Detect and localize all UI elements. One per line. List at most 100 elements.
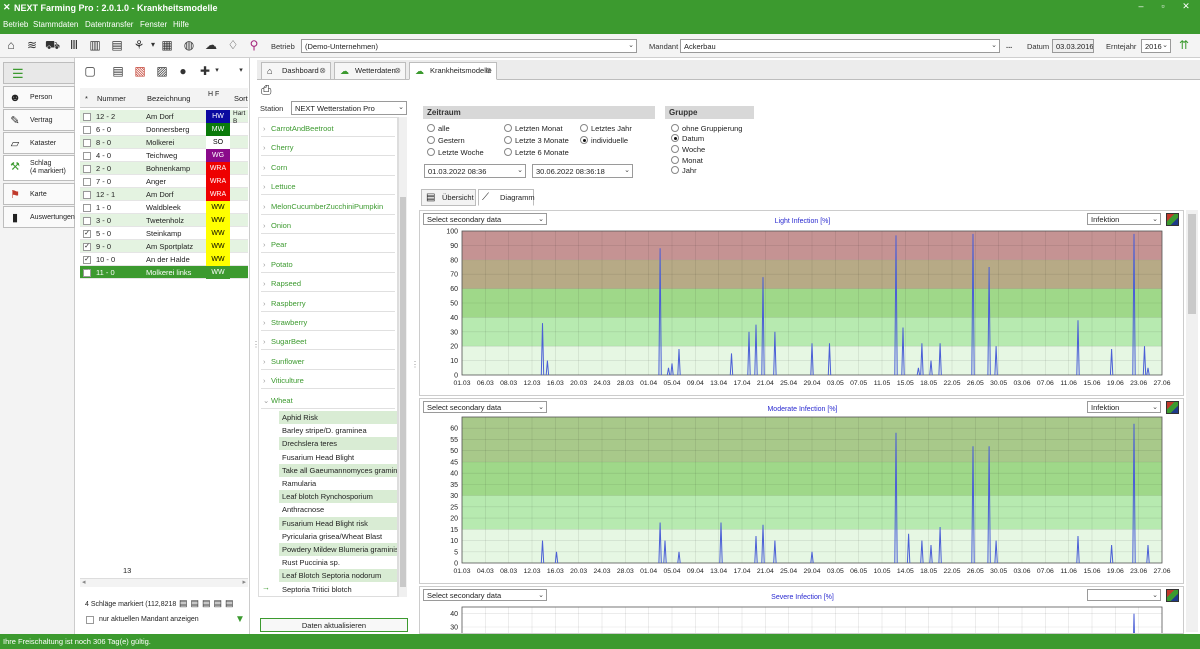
table-row[interactable]: ✓ 10 - 0 An der Halde WW [80, 253, 248, 266]
table-row[interactable]: 12 - 2 Am Dorf HW Hart B [80, 110, 248, 125]
layers-icon[interactable]: ≋ [25, 38, 39, 52]
crop-item[interactable]: › Rapseed [261, 275, 395, 293]
filter-icon[interactable]: ▼ [235, 614, 245, 625]
building-icon[interactable]: ▥ [88, 38, 102, 52]
menu-betrieb[interactable]: Betrieb [3, 20, 28, 29]
radio-monat[interactable]: Monat [671, 156, 703, 165]
menu-datentransfer[interactable]: Datentransfer [85, 20, 133, 29]
crop-item[interactable]: › Potato [261, 256, 395, 273]
menu-fenster[interactable]: Fenster [140, 20, 167, 29]
table-row[interactable]: 6 - 0 Donnersberg MW [80, 123, 248, 136]
disease-item[interactable]: Ramularia [279, 477, 397, 490]
nav-auswertungen[interactable]: ▮ Auswertungen [3, 206, 75, 228]
export-icons[interactable]: ▤▤▤▤▤ [179, 598, 237, 609]
book-icon[interactable]: ▤ [110, 38, 124, 52]
crop-item[interactable]: › Lettuce [261, 178, 395, 196]
scroll-left-icon[interactable]: ◂ [82, 578, 86, 586]
scrollbar-thumb[interactable] [400, 197, 406, 587]
dropdown-icon[interactable]: ▾ [146, 38, 160, 52]
row-checkbox[interactable] [83, 178, 91, 186]
more-button[interactable]: ... [1006, 41, 1012, 50]
copy-icon[interactable]: ▨ [155, 64, 169, 78]
radio-datum[interactable]: Datum [671, 134, 704, 143]
header-star[interactable]: * [85, 94, 88, 103]
row-checkbox[interactable] [83, 165, 91, 173]
crop-item[interactable]: › MelonCucumberZucchiniPumpkin [261, 198, 395, 215]
radio-letztes-jahr[interactable]: Letztes Jahr [580, 124, 632, 133]
disease-item[interactable]: Powdery Mildew Blumeria graminis [279, 543, 397, 556]
horizontal-scrollbar[interactable]: ◂ ▸ [80, 578, 248, 587]
mandant-select[interactable]: Ackerbau ⌄ [680, 39, 1000, 53]
more-options-icon[interactable]: ● [176, 64, 190, 78]
scrollbar-thumb[interactable] [1188, 214, 1196, 314]
disease-item[interactable]: Anthracnose [279, 503, 397, 516]
crop-item[interactable]: › SugarBeet [261, 333, 395, 351]
crop-item[interactable]: › Onion [261, 217, 395, 234]
table-row[interactable]: ✓ 5 - 0 Steinkamp WW [80, 227, 248, 240]
datum-field[interactable]: 03.03.2016 [1052, 39, 1094, 53]
close-tab-icon[interactable]: ⊗ [485, 63, 492, 79]
nav-kataster[interactable]: ▱ Kataster [3, 132, 75, 154]
close-tab-icon[interactable]: ⊗ [319, 63, 326, 79]
calendar-icon[interactable]: ▦ [160, 38, 174, 52]
tab-krankheitsmodelle[interactable]: ☁ Krankheitsmodelle ⊗ [409, 62, 497, 80]
scroll-right-icon[interactable]: ▸ [242, 578, 246, 586]
disease-item[interactable]: Barley stripe/D. graminea [279, 424, 397, 437]
disease-item[interactable]: Aphid Risk [279, 411, 397, 424]
radio-alle[interactable]: alle [427, 124, 450, 133]
station-select[interactable]: NEXT Wetterstation Pro ⌄ [291, 101, 407, 115]
dropdown-icon[interactable]: ▾ [234, 64, 248, 78]
menu-toggle-button[interactable]: ☰ [3, 62, 75, 84]
tab-dashboard[interactable]: ⌂ Dashboard ⊗ [261, 62, 331, 80]
date-to-field[interactable]: 30.06.2022 08:36:18 ⌄ [532, 164, 633, 178]
radio-individuelle[interactable]: individuelle [580, 136, 628, 145]
delete-document-icon[interactable]: ▧ [133, 64, 147, 78]
print-icon[interactable]: ⎙ [261, 82, 271, 98]
crop-icon[interactable]: ⚘ [132, 38, 146, 52]
table-row[interactable]: 7 - 0 Anger WRA [80, 175, 248, 188]
crop-item[interactable]: › Corn [261, 159, 395, 176]
table-row[interactable]: ✓ 11 - 0 Molkerei links WW [80, 266, 248, 279]
nav-schlag[interactable]: ⚒ Schlag (4 markiert) [3, 155, 75, 181]
disease-item[interactable]: Septoria Tritici blotch [271, 583, 389, 596]
radio-letzte-woche[interactable]: Letzte Woche [427, 148, 484, 157]
header-hf[interactable]: H F [208, 90, 220, 99]
crop-item[interactable]: › CarrotAndBeetroot [261, 120, 395, 137]
minimize-button[interactable]: – [1130, 1, 1152, 15]
row-checkbox[interactable] [83, 217, 91, 225]
row-checkbox[interactable] [83, 113, 91, 121]
disease-item[interactable]: Leaf blotch Rynchosporium [279, 490, 397, 504]
collapse-up-icon[interactable]: ⇈ [1177, 38, 1191, 52]
row-checkbox[interactable]: ✓ [83, 256, 91, 264]
radio-ohne-gruppierung[interactable]: ohne Gruppierung [671, 124, 742, 133]
crop-item[interactable]: › Raspberry [261, 295, 395, 312]
crop-item[interactable]: › Sunflower [261, 353, 395, 370]
row-checkbox[interactable]: ✓ [83, 230, 91, 238]
table-row[interactable]: 2 - 0 Bohnenkamp WRA [80, 162, 248, 175]
tab-uebersicht[interactable]: ▤ Übersicht [421, 189, 476, 206]
tab-wetterdaten[interactable]: ☁ Wetterdaten ⊗ [334, 62, 406, 80]
silo-icon[interactable]: Ⅲ [67, 38, 81, 52]
nav-vertrag[interactable]: ✎ Vertrag [3, 109, 75, 131]
disease-item[interactable]: Drechslera teres [279, 437, 397, 451]
header-nummer[interactable]: Nummer [97, 94, 126, 103]
home-icon[interactable]: ⌂ [4, 38, 18, 52]
location-pin-icon[interactable]: ⚲ [247, 38, 261, 52]
row-checkbox[interactable] [83, 191, 91, 199]
table-row[interactable]: 12 - 1 Am Dorf WRA [80, 188, 248, 201]
crop-item[interactable]: › Viticulture [261, 372, 395, 390]
document-icon[interactable]: ▤ [111, 64, 125, 78]
weather-icon[interactable]: ☁ [204, 38, 218, 52]
radio-letzte-3-monate[interactable]: Letzte 3 Monate [504, 136, 569, 145]
table-row[interactable]: 1 - 0 Waldbleek WW [80, 201, 248, 214]
row-checkbox[interactable] [83, 126, 91, 134]
mandant-filter-checkbox[interactable] [86, 616, 94, 624]
crop-tree-scrollbar[interactable] [398, 117, 407, 597]
leaf-icon[interactable]: ♢ [226, 38, 240, 52]
radio-jahr[interactable]: Jahr [671, 166, 697, 175]
update-data-button[interactable]: Daten aktualisieren [260, 618, 408, 632]
menu-hilfe[interactable]: Hilfe [173, 20, 189, 29]
disease-item[interactable]: Rust Puccinia sp. [279, 556, 397, 569]
crop-item[interactable]: › Cherry [261, 139, 395, 157]
date-from-field[interactable]: 01.03.2022 08:36 ⌄ [424, 164, 526, 178]
